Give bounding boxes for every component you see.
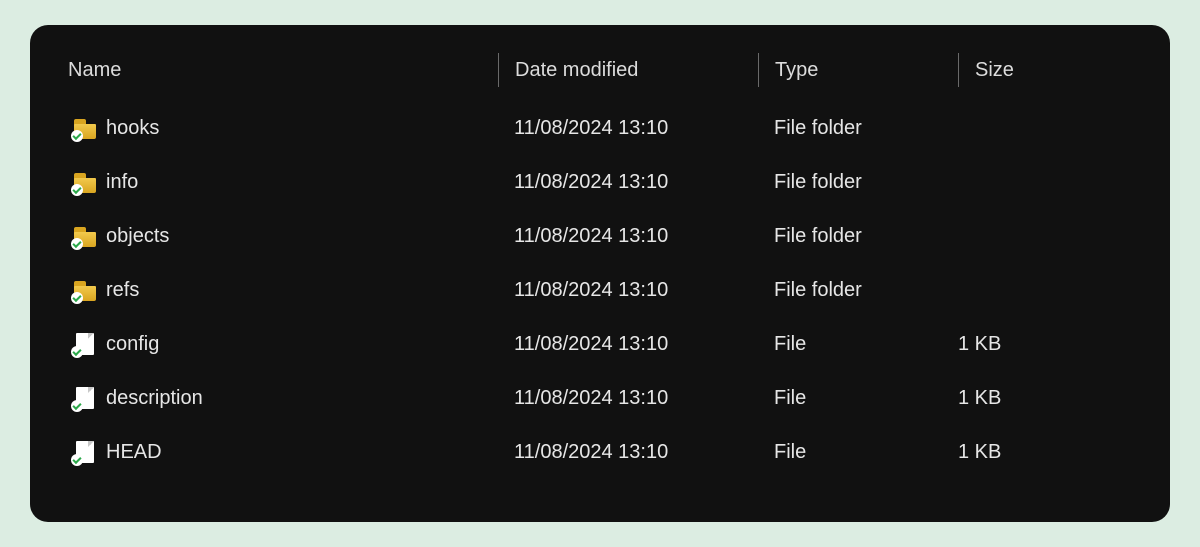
file-explorer-panel: Name Date modified Type Size hooks 11/08/… xyxy=(30,25,1170,522)
file-row[interactable]: info 11/08/2024 13:10 File folder xyxy=(58,155,1142,209)
file-type: File folder xyxy=(774,279,862,302)
file-date: 11/08/2024 13:10 xyxy=(514,225,668,248)
file-name: description xyxy=(106,387,203,410)
file-icon xyxy=(74,441,96,463)
file-date: 11/08/2024 13:10 xyxy=(514,333,668,356)
check-badge-icon xyxy=(71,184,83,196)
file-type: File xyxy=(774,387,806,410)
file-name: config xyxy=(106,333,159,356)
check-badge-icon xyxy=(71,346,83,358)
check-badge-icon xyxy=(71,238,83,250)
folder-icon xyxy=(74,279,96,301)
file-row[interactable]: hooks 11/08/2024 13:10 File folder xyxy=(58,101,1142,155)
file-date: 11/08/2024 13:10 xyxy=(514,441,668,464)
file-size: 1 KB xyxy=(958,387,1001,410)
file-date: 11/08/2024 13:10 xyxy=(514,387,668,410)
column-header-date[interactable]: Date modified xyxy=(498,53,758,87)
column-label: Size xyxy=(975,59,1014,82)
check-badge-icon xyxy=(71,454,83,466)
file-type: File folder xyxy=(774,225,862,248)
file-name: info xyxy=(106,171,138,194)
column-label: Name xyxy=(68,59,121,82)
column-header-size[interactable]: Size xyxy=(958,53,1142,87)
file-date: 11/08/2024 13:10 xyxy=(514,279,668,302)
column-header-type[interactable]: Type xyxy=(758,53,958,87)
column-label: Type xyxy=(775,59,818,82)
folder-icon xyxy=(74,117,96,139)
file-type: File folder xyxy=(774,117,862,140)
file-icon xyxy=(74,333,96,355)
file-name: refs xyxy=(106,279,139,302)
file-type: File xyxy=(774,333,806,356)
file-size: 1 KB xyxy=(958,441,1001,464)
file-size: 1 KB xyxy=(958,333,1001,356)
file-name: HEAD xyxy=(106,441,162,464)
file-row[interactable]: HEAD 11/08/2024 13:10 File 1 KB xyxy=(58,425,1142,479)
file-date: 11/08/2024 13:10 xyxy=(514,171,668,194)
file-name: objects xyxy=(106,225,169,248)
file-icon xyxy=(74,387,96,409)
check-badge-icon xyxy=(71,292,83,304)
column-header-name[interactable]: Name xyxy=(58,59,498,82)
file-name: hooks xyxy=(106,117,159,140)
file-row[interactable]: refs 11/08/2024 13:10 File folder xyxy=(58,263,1142,317)
file-row[interactable]: config 11/08/2024 13:10 File 1 KB xyxy=(58,317,1142,371)
file-date: 11/08/2024 13:10 xyxy=(514,117,668,140)
folder-icon xyxy=(74,171,96,193)
check-badge-icon xyxy=(71,130,83,142)
column-label: Date modified xyxy=(515,59,638,82)
file-row[interactable]: description 11/08/2024 13:10 File 1 KB xyxy=(58,371,1142,425)
file-row[interactable]: objects 11/08/2024 13:10 File folder xyxy=(58,209,1142,263)
folder-icon xyxy=(74,225,96,247)
column-header-row: Name Date modified Type Size xyxy=(58,43,1142,101)
file-type: File xyxy=(774,441,806,464)
check-badge-icon xyxy=(71,400,83,412)
file-list: hooks 11/08/2024 13:10 File folder info 11/0… xyxy=(58,101,1142,479)
file-type: File folder xyxy=(774,171,862,194)
